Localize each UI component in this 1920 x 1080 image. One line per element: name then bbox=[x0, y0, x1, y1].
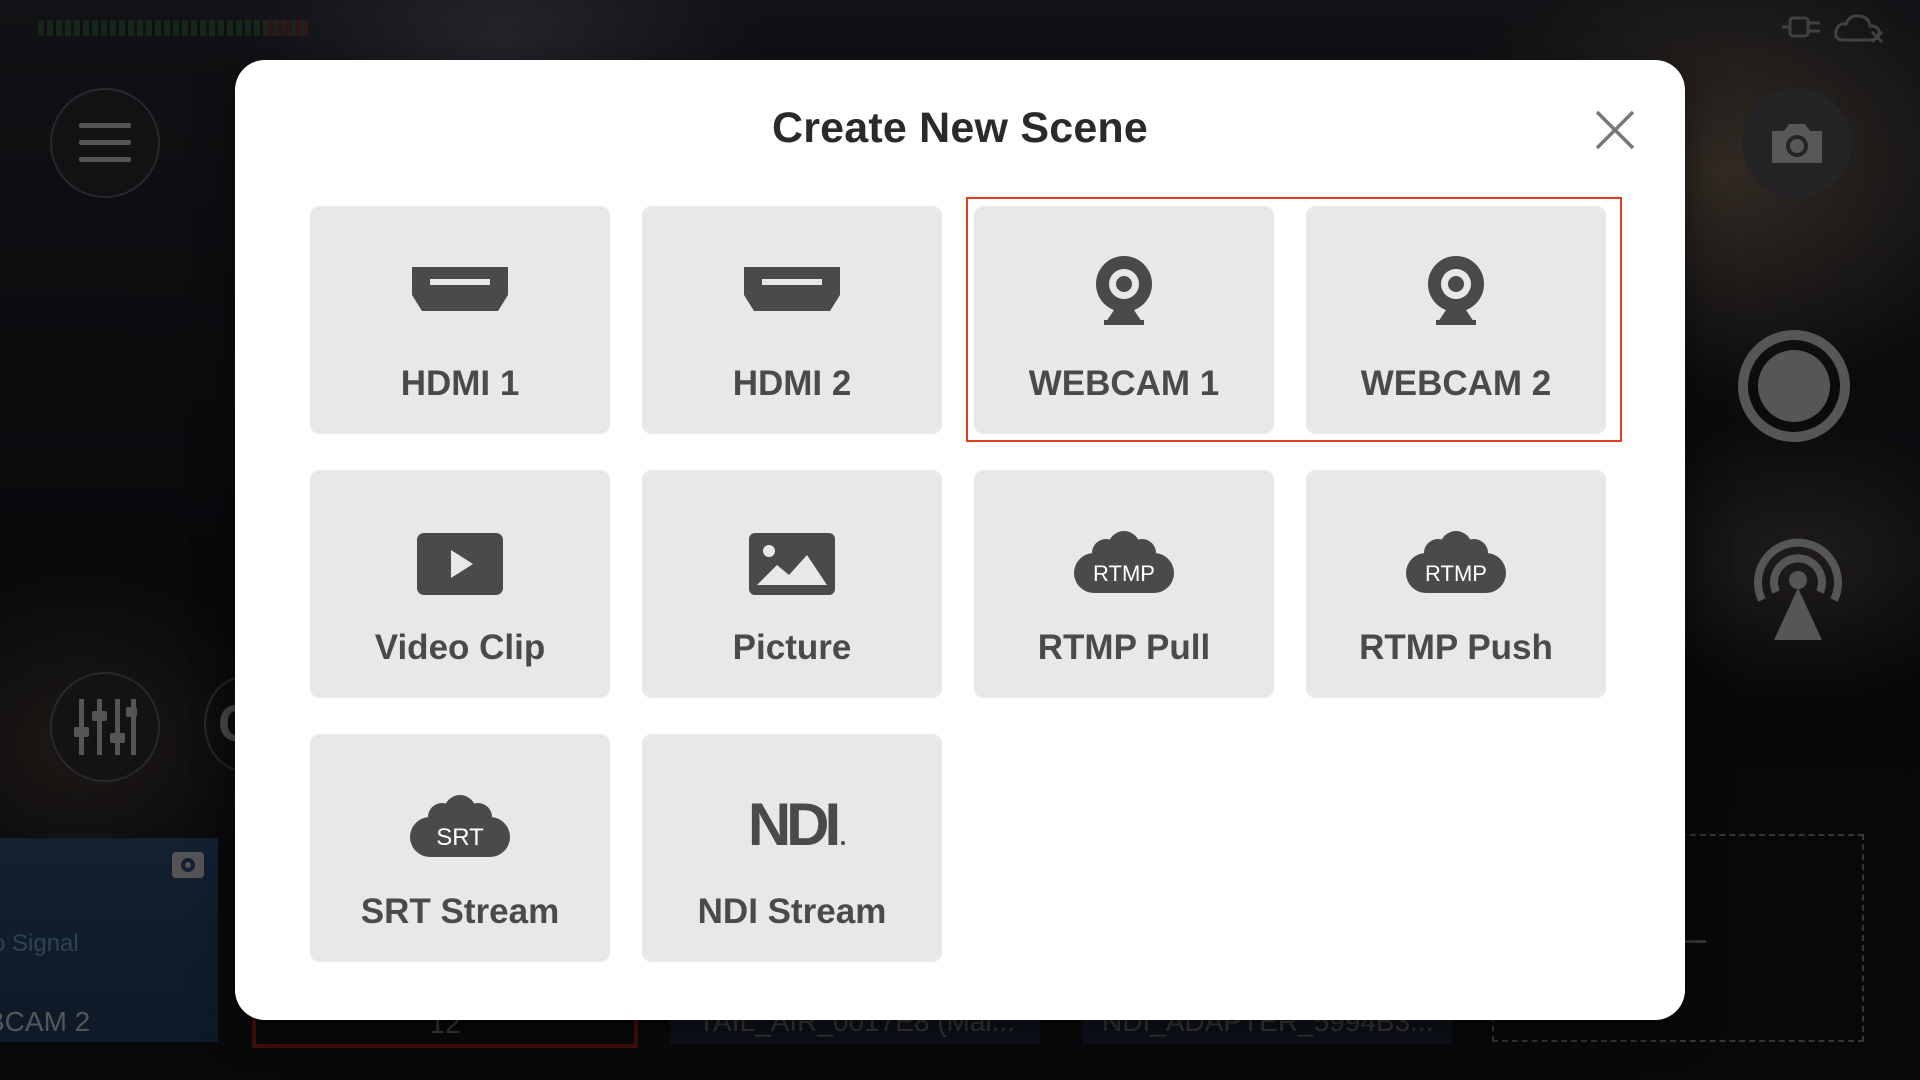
source-label: RTMP Pull bbox=[1037, 628, 1211, 667]
rtmp-cloud-icon: RTMP bbox=[1406, 531, 1506, 593]
rtmp-cloud-icon: RTMP bbox=[1074, 531, 1174, 593]
video-play-icon bbox=[417, 533, 503, 595]
source-label: SRT Stream bbox=[360, 892, 560, 931]
source-label: WEBCAM 1 bbox=[1028, 364, 1220, 403]
source-grid: HDMI 1 HDMI 2 WEBCAM 1 WEBCAM 2 Video Cl… bbox=[310, 206, 1606, 962]
webcam-icon bbox=[1096, 256, 1152, 325]
svg-text:SRT: SRT bbox=[436, 824, 484, 851]
svg-text:NDI: NDI bbox=[748, 791, 838, 853]
dialog-title: Create New Scene bbox=[771, 104, 1149, 152]
source-label: HDMI 1 bbox=[400, 364, 520, 403]
source-tile-srt-stream[interactable]: SRT SRT Stream bbox=[310, 734, 610, 962]
source-label: Video Clip bbox=[374, 628, 546, 667]
ndi-logo-icon: NDI bbox=[748, 791, 845, 853]
source-tile-hdmi-1[interactable]: HDMI 1 bbox=[310, 206, 610, 434]
close-icon bbox=[1595, 110, 1635, 150]
picture-icon bbox=[749, 533, 835, 595]
source-tile-hdmi-2[interactable]: HDMI 2 bbox=[642, 206, 942, 434]
source-label: NDI Stream bbox=[697, 892, 887, 931]
source-tile-rtmp-push[interactable]: RTMP RTMP Push bbox=[1306, 470, 1606, 698]
close-button[interactable] bbox=[1591, 106, 1639, 154]
source-tile-webcam-1[interactable]: WEBCAM 1 bbox=[974, 206, 1274, 434]
hdmi-icon bbox=[412, 267, 508, 311]
source-label: HDMI 2 bbox=[732, 364, 852, 403]
source-tile-picture[interactable]: Picture bbox=[642, 470, 942, 698]
svg-text:RTMP: RTMP bbox=[1093, 561, 1155, 586]
source-tile-webcam-2[interactable]: WEBCAM 2 bbox=[1306, 206, 1606, 434]
source-label: WEBCAM 2 bbox=[1360, 364, 1552, 403]
webcam-icon bbox=[1428, 256, 1484, 325]
svg-text:RTMP: RTMP bbox=[1425, 561, 1487, 586]
source-label: Picture bbox=[732, 628, 852, 667]
srt-cloud-icon: SRT bbox=[410, 795, 510, 857]
source-tile-rtmp-pull[interactable]: RTMP RTMP Pull bbox=[974, 470, 1274, 698]
source-tile-video-clip[interactable]: Video Clip bbox=[310, 470, 610, 698]
source-tile-ndi-stream[interactable]: NDI NDI Stream bbox=[642, 734, 942, 962]
source-label: RTMP Push bbox=[1359, 628, 1553, 667]
create-scene-dialog: Create New Scene HDMI 1 HDMI 2 WEBCAM 1 … bbox=[235, 60, 1685, 1020]
hdmi-icon bbox=[744, 267, 840, 311]
